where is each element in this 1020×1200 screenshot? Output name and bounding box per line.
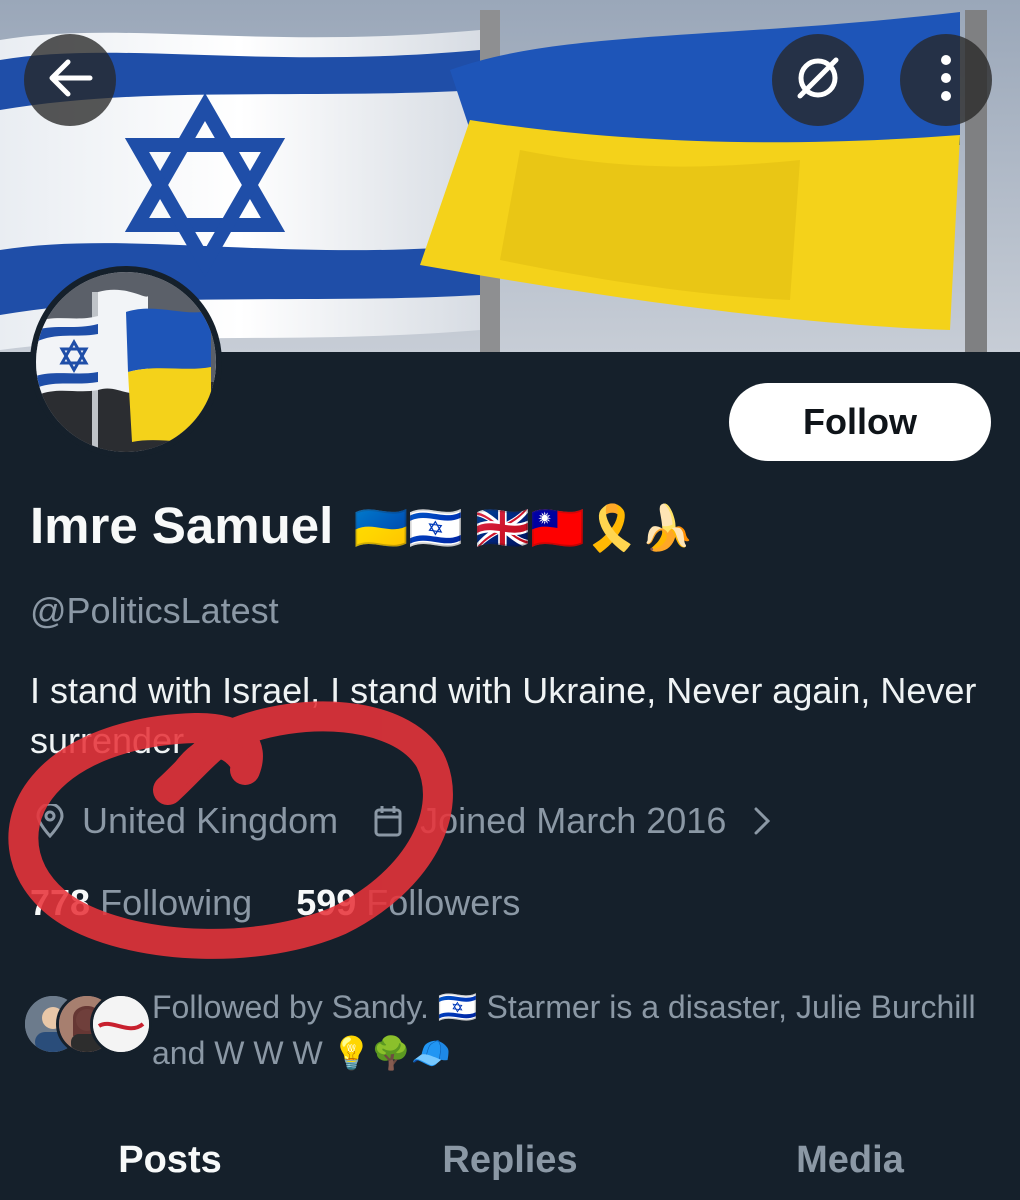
- following-label: Following: [100, 882, 253, 923]
- tab-replies[interactable]: Replies: [340, 1120, 680, 1200]
- user-handle: @PoliticsLatest: [30, 590, 279, 631]
- location-pin-icon: [30, 801, 70, 841]
- followers-count: 599: [296, 882, 357, 923]
- followers-label: Followers: [366, 882, 521, 923]
- display-name: Imre Samuel 🇺🇦🇮🇱 🇬🇧🇹🇼🎗️🍌: [30, 496, 694, 555]
- avatar: [90, 993, 152, 1055]
- grok-icon: [790, 50, 846, 111]
- tab-posts[interactable]: Posts: [0, 1120, 340, 1200]
- mutual-followers-avatars[interactable]: [22, 993, 152, 1057]
- profile-avatar[interactable]: [30, 266, 222, 458]
- calendar-icon: [368, 801, 408, 841]
- name-emojis: 🇺🇦🇮🇱 🇬🇧🇹🇼🎗️🍌: [353, 504, 695, 553]
- more-options-button[interactable]: [900, 34, 992, 126]
- following-link[interactable]: 778 Following: [30, 882, 252, 924]
- joined-date[interactable]: Joined March 2016: [420, 800, 726, 842]
- back-button[interactable]: [24, 34, 116, 126]
- profile-meta: United Kingdom Joined March 2016: [30, 800, 794, 842]
- chevron-right-icon[interactable]: [742, 801, 782, 841]
- arrow-left-icon: [44, 52, 96, 109]
- grok-button[interactable]: [772, 34, 864, 126]
- followers-link[interactable]: 599 Followers: [296, 882, 520, 924]
- location-text: United Kingdom: [82, 800, 339, 841]
- display-name-text: Imre Samuel: [30, 497, 334, 554]
- follow-counts: 778 Following 599 Followers: [30, 882, 554, 924]
- tab-media[interactable]: Media: [680, 1120, 1020, 1200]
- profile-tabs: Posts Replies Media: [0, 1120, 1020, 1200]
- following-count: 778: [30, 882, 91, 923]
- follow-button[interactable]: Follow: [729, 383, 991, 461]
- followed-by-text[interactable]: Followed by Sandy. 🇮🇱 Starmer is a disas…: [152, 984, 1002, 1076]
- more-vertical-icon: [936, 52, 956, 109]
- profile-bio: I stand with Israel, I stand with Ukrain…: [30, 670, 977, 761]
